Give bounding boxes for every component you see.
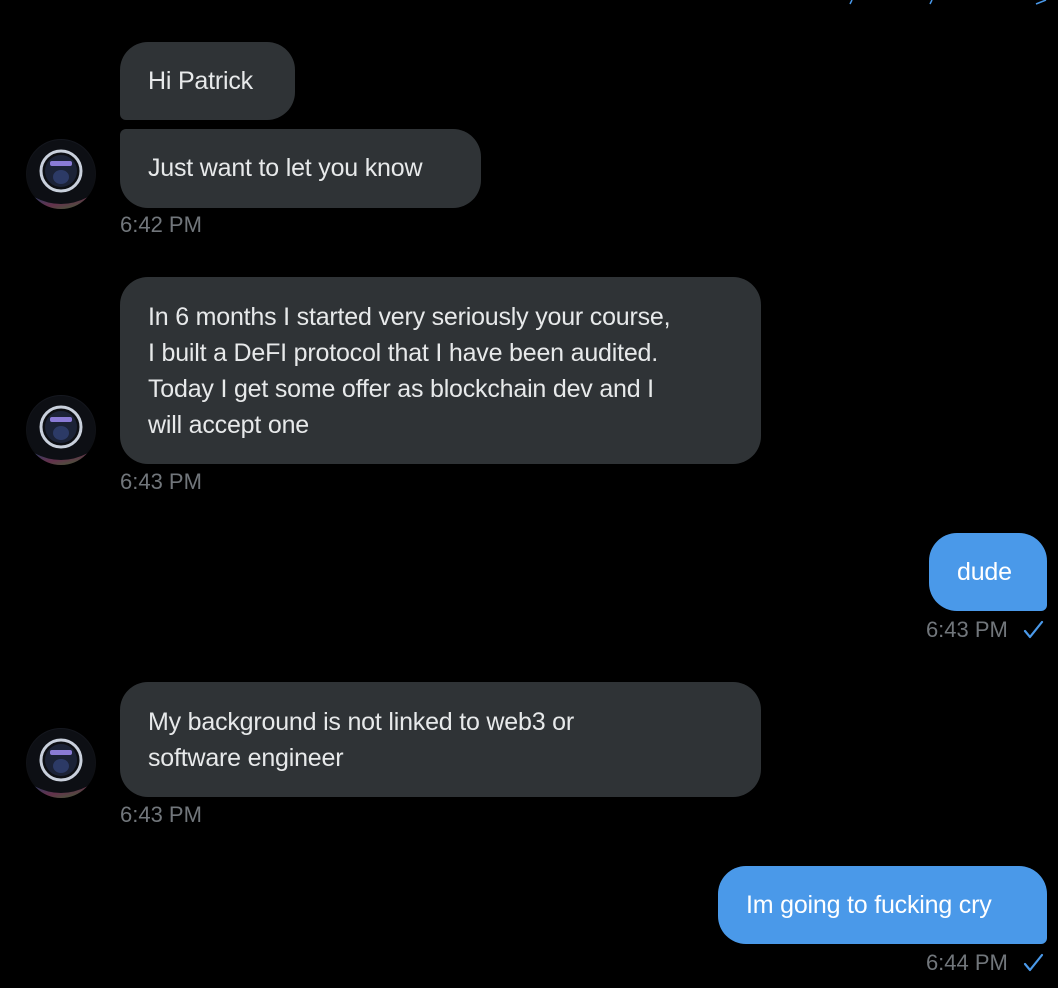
dm-conversation: Hi Patrick Just want to let you know 6:4…: [0, 0, 1058, 988]
sent-check-icon: [1023, 953, 1044, 972]
message-text-line: My background is not linked to web3 or: [148, 708, 574, 736]
message-timestamp: 6:43 PM: [120, 469, 202, 494]
message-text: Hi Patrick: [148, 67, 253, 95]
message-text-line: software engineer: [148, 744, 344, 772]
message-timestamp: 6:42 PM: [120, 212, 202, 237]
message-timestamp-row: 6:44 PM: [926, 950, 1044, 976]
message-text: Im going to fucking cry: [746, 891, 992, 919]
cropped-previous-timestamp: [849, 0, 1047, 5]
message-text-line: will accept one: [148, 411, 309, 439]
sender-avatar[interactable]: [26, 139, 96, 209]
astronaut-avatar-icon: [27, 729, 95, 798]
message-text-line: Today I get some offer as blockchain dev…: [148, 375, 654, 403]
astronaut-avatar-icon: [27, 396, 95, 465]
astronaut-avatar-icon: [27, 140, 95, 209]
message-bubble-incoming[interactable]: My background is not linked to web3 or s…: [120, 682, 761, 797]
message-text-line: I built a DeFI protocol that I have been…: [148, 339, 658, 367]
message-timestamp: 6:43 PM: [120, 802, 202, 827]
message-bubble-incoming[interactable]: In 6 months I started very seriously you…: [120, 277, 761, 464]
message-text: Just want to let you know: [148, 154, 423, 182]
message-bubble-incoming[interactable]: Hi Patrick: [120, 42, 295, 120]
sender-avatar[interactable]: [26, 395, 96, 465]
sent-check-icon: [1023, 620, 1044, 639]
message-timestamp: 6:44 PM: [925, 950, 1008, 975]
message-timestamp-row: 6:43 PM: [926, 617, 1044, 643]
message-bubble-outgoing[interactable]: Im going to fucking cry: [718, 866, 1047, 944]
message-timestamp: 6:43 PM: [925, 617, 1008, 642]
message-bubble-incoming[interactable]: Just want to let you know: [120, 129, 481, 208]
message-bubble-outgoing[interactable]: dude: [929, 533, 1047, 611]
sender-avatar[interactable]: [26, 728, 96, 798]
message-text: dude: [957, 558, 1012, 586]
message-text-line: In 6 months I started very seriously you…: [148, 303, 671, 331]
